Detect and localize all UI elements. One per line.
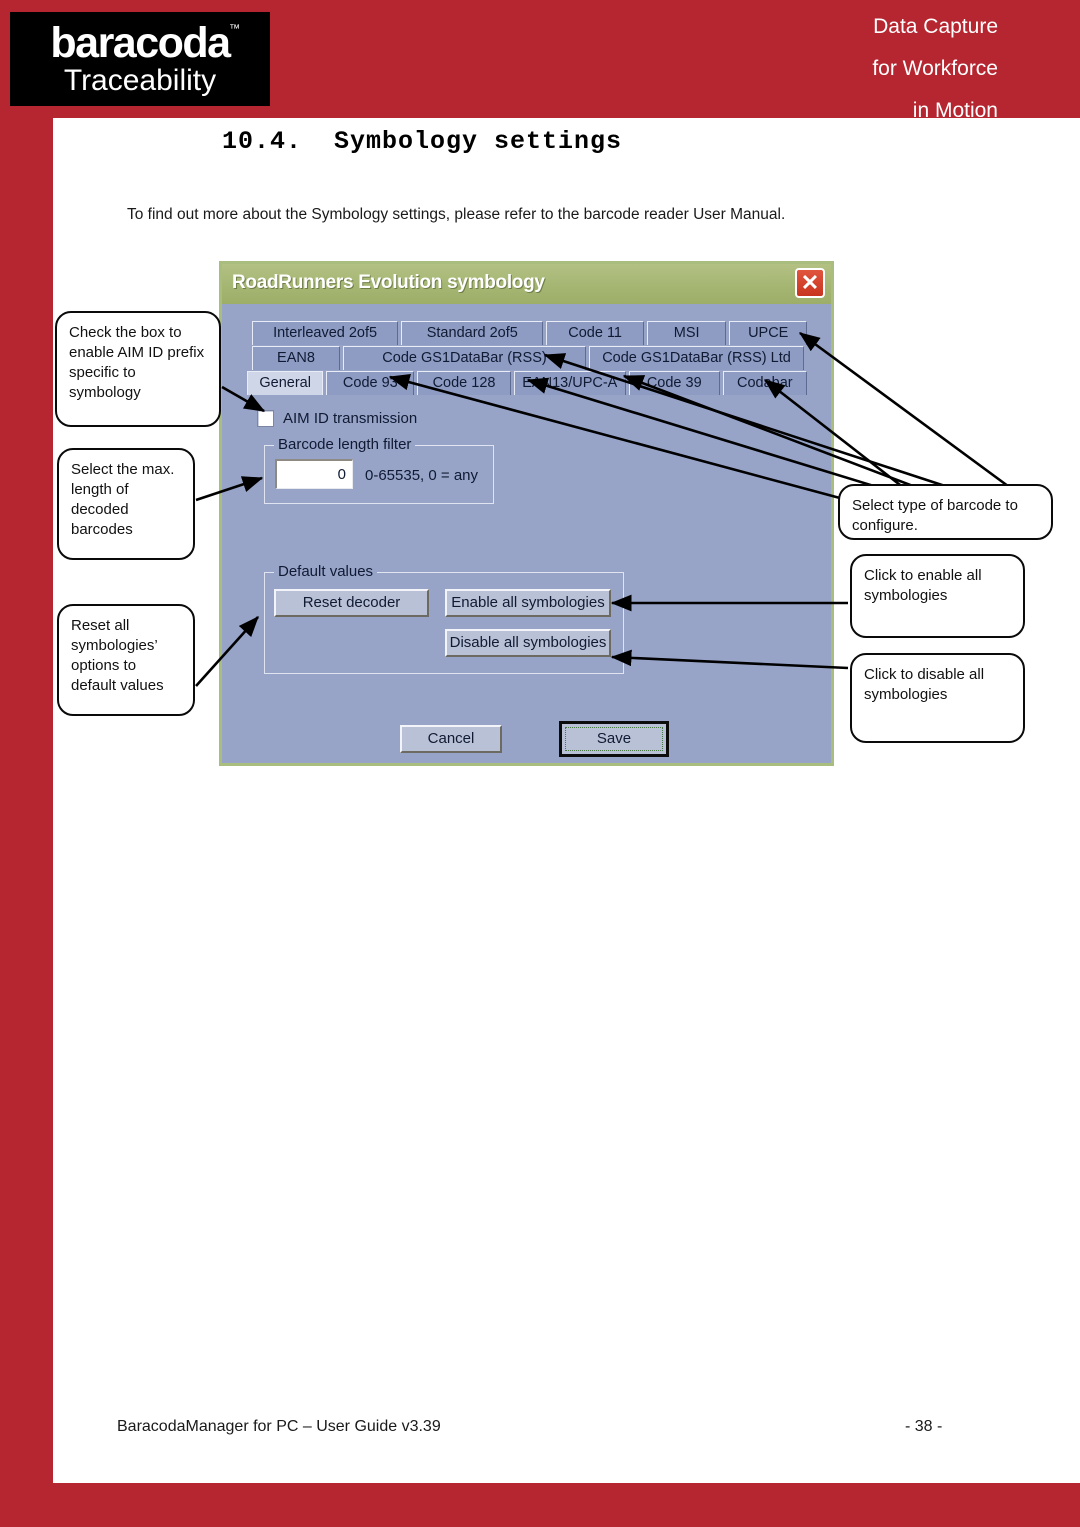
close-icon[interactable]: ✕	[795, 268, 825, 298]
baracoda-logo: baracoda ™ Traceability	[10, 12, 270, 106]
save-button[interactable]: Save	[565, 727, 663, 751]
aim-id-label: AIM ID transmission	[283, 410, 418, 427]
barcode-length-input[interactable]: 0	[275, 459, 353, 489]
left-red-band	[0, 118, 53, 1483]
tab-code-11[interactable]: Code 11	[546, 321, 644, 345]
enable-all-symbologies-button[interactable]: Enable all symbologies	[445, 589, 611, 617]
aim-id-transmission-row: AIM ID transmission	[257, 410, 417, 427]
tab-row-1: Interleaved 2of5 Standard 2of5 Code 11 MSI U…	[252, 321, 807, 345]
bottom-red-band	[0, 1483, 1080, 1527]
disable-all-symbologies-button[interactable]: Disable all symbologies	[445, 629, 611, 657]
tab-ean8[interactable]: EAN8	[252, 346, 340, 370]
callout-max-length: Select the max. length of decoded barcod…	[57, 448, 195, 560]
dialog-titlebar: RoadRunners Evolution symbology ✕	[222, 264, 831, 304]
barcode-length-filter-legend: Barcode length filter	[274, 436, 416, 453]
default-values-legend: Default values	[274, 563, 378, 580]
logo-wordmark: baracoda ™	[50, 19, 240, 67]
trademark-icon: ™	[229, 23, 240, 35]
logo-wordmark-text: baracoda	[50, 19, 231, 67]
tab-interleaved-2of5[interactable]: Interleaved 2of5	[252, 321, 399, 345]
tagline-line-2: for Workforce	[872, 57, 998, 80]
dialog-title: RoadRunners Evolution symbology	[232, 272, 545, 293]
tab-msi[interactable]: MSI	[646, 321, 727, 345]
callout-enable-all: Click to enable all symbologies	[850, 554, 1025, 638]
tab-upce[interactable]: UPCE	[729, 321, 807, 345]
save-button-focus-ring[interactable]: Save	[559, 721, 669, 757]
tab-codabar[interactable]: Codabar	[722, 371, 807, 395]
tab-code-gs1databar-rss-ltd[interactable]: Code GS1DataBar (RSS) Ltd	[589, 346, 804, 370]
tab-code-128[interactable]: Code 128	[417, 371, 511, 395]
barcode-length-hint: 0-65535, 0 = any	[365, 467, 479, 484]
tab-code-39[interactable]: Code 39	[628, 371, 720, 395]
tab-row-3: General Code 93 Code 128 EAN13/UPC-A Code 39…	[247, 371, 807, 395]
callout-select-barcode-type: Select type of barcode to configure.	[838, 484, 1053, 540]
default-values-group: Default values Reset decoder Enable all …	[264, 563, 624, 674]
intro-paragraph: To find out more about the Symbology set…	[127, 206, 786, 223]
footer-page-number: - 38 -	[905, 1418, 943, 1435]
tagline-line-1: Data Capture	[873, 15, 998, 38]
tab-code-93[interactable]: Code 93	[326, 371, 415, 395]
reset-decoder-button[interactable]: Reset decoder	[274, 589, 429, 617]
footer-document-title: BaracodaManager for PC – User Guide v3.3…	[117, 1418, 441, 1435]
tab-ean13-upc-a[interactable]: EAN13/UPC-A	[513, 371, 626, 395]
callout-aim-id: Check the box to enable AIM ID prefix sp…	[55, 311, 221, 427]
cancel-button[interactable]: Cancel	[400, 725, 502, 753]
symbology-settings-dialog: RoadRunners Evolution symbology ✕ Interl…	[219, 261, 834, 766]
tab-row-2: EAN8 Code GS1DataBar (RSS) Code GS1DataBar…	[252, 346, 807, 370]
callout-reset-defaults: Reset all symbologies’ options to defaul…	[57, 604, 195, 716]
tab-general[interactable]: General	[247, 371, 324, 395]
page-title: 10.4. Symbology settings	[222, 127, 623, 156]
tab-code-gs1databar-rss[interactable]: Code GS1DataBar (RSS)	[343, 346, 586, 370]
tagline-line-3: in Motion	[912, 99, 998, 122]
barcode-length-filter-group: Barcode length filter 0 0-65535, 0 = any	[264, 436, 494, 504]
logo-subtitle: Traceability	[63, 64, 217, 97]
aim-id-checkbox[interactable]	[257, 410, 274, 427]
header-tagline: Data Capture for Workforce in Motion	[738, 6, 998, 132]
callout-disable-all: Click to disable all symbologies	[850, 653, 1025, 743]
tab-standard-2of5[interactable]: Standard 2of5	[401, 321, 544, 345]
